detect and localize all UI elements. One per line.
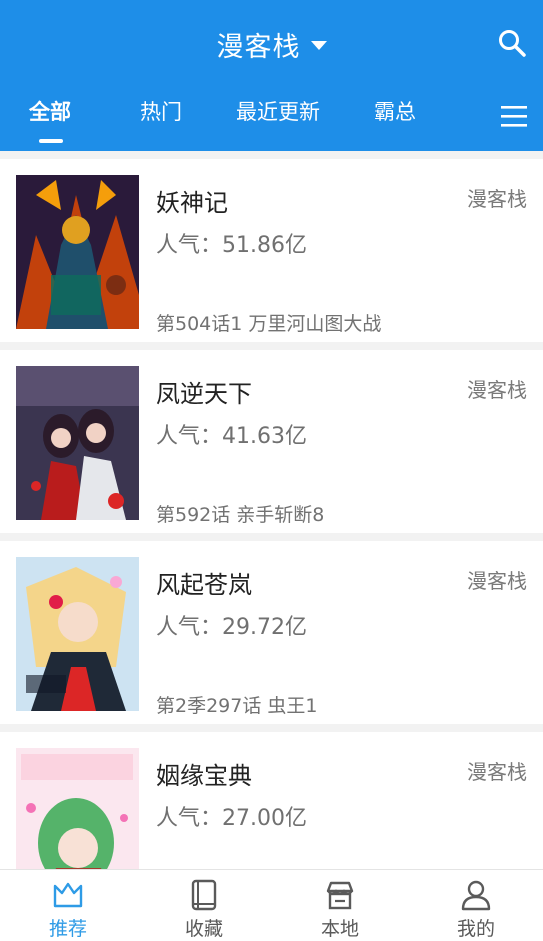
comic-cover	[16, 366, 139, 520]
app-root: 漫客栈 全部 热门 最近更新 霸总 妖神记 漫客栈 人气： 51.86亿 第50…	[0, 0, 543, 941]
search-icon[interactable]	[497, 28, 527, 58]
comic-title: 凤逆天下	[156, 380, 252, 408]
user-icon	[461, 880, 491, 911]
latest-chapter: 第2季297话 虫王1	[156, 695, 318, 717]
category-tabs: 全部 热门 最近更新 霸总	[0, 96, 543, 143]
comic-source: 漫客栈	[467, 569, 527, 593]
book-icon	[191, 879, 217, 911]
popularity-label: 人气：	[156, 615, 223, 640]
nav-label: 我的	[456, 918, 495, 940]
top-bar: 漫客栈 全部 热门 最近更新 霸总	[0, 0, 543, 151]
tab-all[interactable]: 全部	[29, 96, 71, 126]
popularity-label: 人气：	[156, 233, 223, 258]
comic-title: 妖神记	[156, 189, 228, 217]
comic-cover	[16, 175, 139, 329]
comic-popularity: 人气： 29.72亿	[156, 609, 307, 641]
nav-label: 收藏	[184, 918, 223, 940]
popularity-label: 人气：	[156, 424, 223, 449]
dropdown-caret-icon	[310, 40, 327, 50]
tab-recent-updates[interactable]: 最近更新	[236, 96, 320, 126]
popularity-value: 41.63亿	[222, 424, 307, 449]
comic-card[interactable]: 妖神记 漫客栈 人气： 51.86亿 第504话1 万里河山图大战	[0, 159, 543, 342]
comic-source: 漫客栈	[467, 760, 527, 784]
comic-list: 妖神记 漫客栈 人气： 51.86亿 第504话1 万里河山图大战 凤逆天下 漫…	[0, 151, 543, 869]
comic-title: 姻缘宝典	[156, 762, 252, 790]
tab-hot[interactable]: 热门	[140, 96, 182, 126]
nav-recommend[interactable]: 推荐	[0, 870, 136, 941]
tab-ceo[interactable]: 霸总	[374, 96, 416, 126]
popularity-label: 人气：	[156, 806, 223, 831]
latest-chapter: 第592话 亲手斩断8	[156, 504, 325, 526]
nav-label: 推荐	[48, 918, 87, 940]
comic-title: 风起苍岚	[156, 571, 252, 599]
nav-local[interactable]: 本地	[272, 870, 408, 941]
comic-source: 漫客栈	[467, 378, 527, 402]
comic-popularity: 人气： 41.63亿	[156, 418, 307, 450]
popularity-value: 51.86亿	[222, 233, 307, 258]
comic-cover	[16, 748, 139, 869]
source-selector[interactable]: 漫客栈	[0, 22, 543, 66]
nav-label: 本地	[320, 918, 359, 940]
crown-icon	[53, 882, 83, 908]
comic-card[interactable]: 风起苍岚 漫客栈 人气： 29.72亿 第2季297话 虫王1	[0, 541, 543, 724]
nav-favorites[interactable]: 收藏	[136, 870, 272, 941]
nav-mine[interactable]: 我的	[408, 870, 543, 941]
app-title: 漫客栈	[216, 31, 301, 63]
comic-source: 漫客栈	[467, 187, 527, 211]
popularity-value: 27.00亿	[222, 806, 307, 831]
store-icon	[326, 881, 354, 910]
popularity-value: 29.72亿	[222, 615, 307, 640]
bottom-navigation: 推荐 收藏 本地 我的	[0, 869, 543, 941]
comic-popularity: 人气： 27.00亿	[156, 800, 307, 832]
menu-icon[interactable]	[501, 103, 527, 129]
tab-indicator	[39, 139, 63, 143]
comic-cover	[16, 557, 139, 711]
comic-popularity: 人气： 51.86亿	[156, 227, 307, 259]
latest-chapter: 第504话1 万里河山图大战	[156, 313, 382, 335]
comic-card[interactable]: 姻缘宝典 漫客栈 人气： 27.00亿	[0, 732, 543, 869]
comic-card[interactable]: 凤逆天下 漫客栈 人气： 41.63亿 第592话 亲手斩断8	[0, 350, 543, 533]
